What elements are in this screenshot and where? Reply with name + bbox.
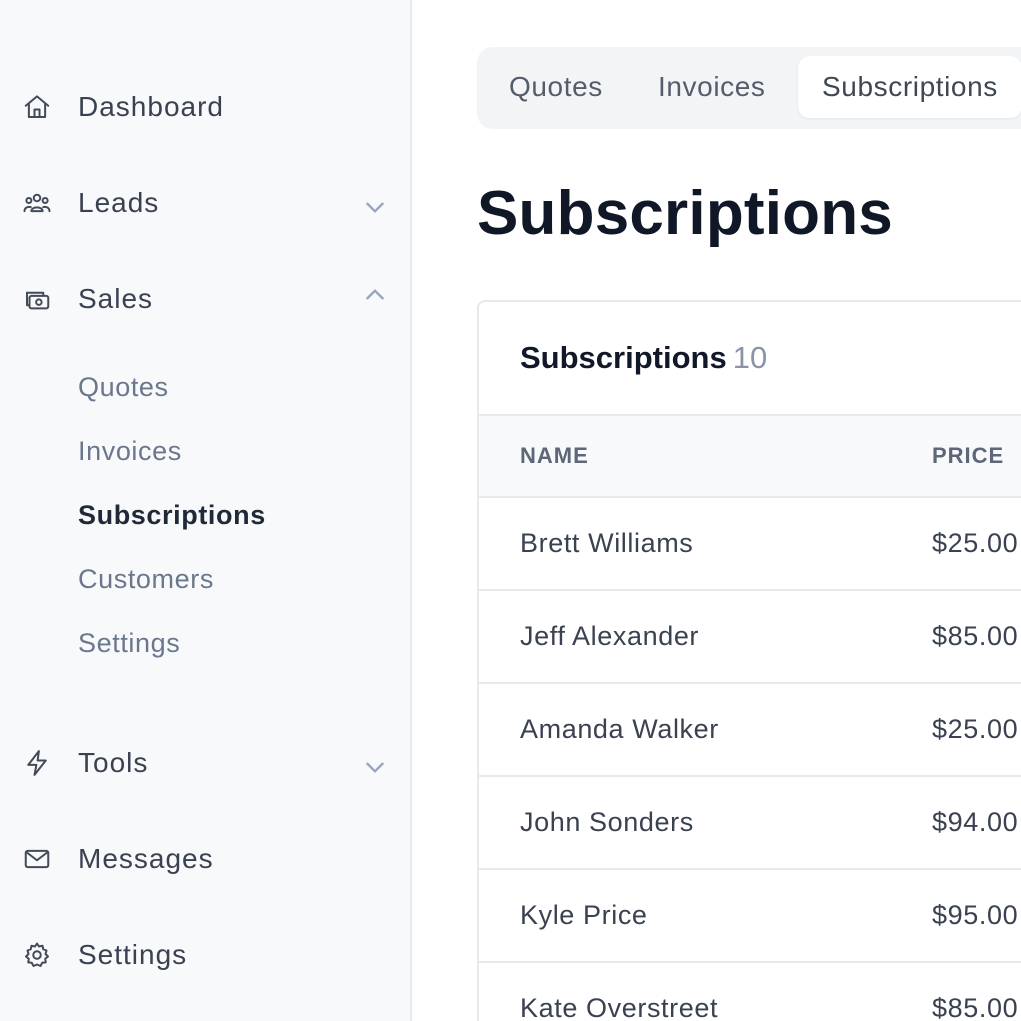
sidebar-item-label: Messages bbox=[78, 843, 214, 874]
tab-bar: Quotes Invoices Subscriptions bbox=[477, 47, 1021, 129]
subscriptions-card: Subscriptions 10 NAME PRICE Brett William… bbox=[477, 300, 1021, 1021]
row-price: $85.00 bbox=[932, 621, 1019, 651]
row-price: $94.00 bbox=[932, 807, 1019, 837]
sidebar-subitem-settings[interactable]: Settings bbox=[78, 623, 180, 663]
table-row[interactable]: Amanda Walker $25.00 bbox=[479, 684, 1021, 777]
row-name: John Sonders bbox=[520, 807, 694, 837]
chevron-down-icon[interactable] bbox=[361, 193, 389, 221]
sidebar-subitem-invoices[interactable]: Invoices bbox=[78, 431, 182, 471]
sidebar-item-label: Leads bbox=[78, 187, 160, 218]
mail-icon bbox=[20, 842, 54, 876]
row-price: $95.00 bbox=[932, 900, 1019, 930]
gear-icon bbox=[20, 938, 54, 972]
cash-icon bbox=[20, 282, 54, 316]
card-title-text: Subscriptions bbox=[520, 340, 727, 375]
row-name: Amanda Walker bbox=[520, 714, 719, 744]
page-title: Subscriptions bbox=[477, 179, 893, 248]
card-header: Subscriptions 10 bbox=[479, 302, 1021, 416]
bolt-icon bbox=[20, 746, 54, 780]
sidebar-item-messages[interactable]: Messages bbox=[0, 829, 410, 889]
sidebar-item-leads[interactable]: Leads bbox=[0, 173, 410, 233]
users-icon bbox=[20, 186, 54, 220]
sidebar-item-dashboard[interactable]: Dashboard bbox=[0, 77, 410, 137]
tab-quotes[interactable]: Quotes bbox=[509, 56, 603, 118]
home-icon bbox=[20, 90, 54, 124]
subscription-count: 10 bbox=[732, 340, 768, 375]
card-title: Subscriptions 10 bbox=[520, 340, 767, 376]
row-price: $85.00 bbox=[932, 993, 1019, 1021]
tab-invoices[interactable]: Invoices bbox=[658, 56, 766, 118]
table-body: Brett Williams $25.00 Jeff Alexander $85… bbox=[479, 498, 1021, 1021]
chevron-up-icon[interactable] bbox=[361, 281, 389, 309]
sidebar-subitem-subscriptions[interactable]: Subscriptions bbox=[78, 495, 266, 535]
table-row[interactable]: Kate Overstreet $85.00 bbox=[479, 963, 1021, 1021]
column-header-name[interactable]: NAME bbox=[520, 416, 589, 496]
tab-subscriptions[interactable]: Subscriptions bbox=[798, 56, 1021, 118]
chevron-down-icon[interactable] bbox=[361, 753, 389, 781]
sidebar-item-sales[interactable]: Sales bbox=[0, 269, 410, 329]
sidebar-subitem-quotes[interactable]: Quotes bbox=[78, 367, 169, 407]
column-header-price[interactable]: PRICE bbox=[932, 416, 1004, 496]
sidebar-item-tools[interactable]: Tools bbox=[0, 733, 410, 793]
table-row[interactable]: Brett Williams $25.00 bbox=[479, 498, 1021, 591]
row-price: $25.00 bbox=[932, 714, 1019, 744]
table-header: NAME PRICE bbox=[479, 416, 1021, 498]
sidebar-item-label: Dashboard bbox=[78, 91, 224, 122]
row-price: $25.00 bbox=[932, 528, 1019, 558]
table-row[interactable]: Kyle Price $95.00 bbox=[479, 870, 1021, 963]
row-name: Kate Overstreet bbox=[520, 993, 719, 1021]
sidebar-item-label: Sales bbox=[78, 283, 154, 314]
table-row[interactable]: Jeff Alexander $85.00 bbox=[479, 591, 1021, 684]
sidebar-subitem-customers[interactable]: Customers bbox=[78, 559, 214, 599]
row-name: Jeff Alexander bbox=[520, 621, 700, 651]
table-row[interactable]: John Sonders $94.00 bbox=[479, 777, 1021, 870]
row-name: Kyle Price bbox=[520, 900, 648, 930]
sidebar: Dashboard Leads Sales Quotes Invoices Su… bbox=[0, 0, 412, 1021]
row-name: Brett Williams bbox=[520, 528, 694, 558]
sidebar-item-settings[interactable]: Settings bbox=[0, 925, 410, 985]
sidebar-item-label: Settings bbox=[78, 939, 188, 970]
sidebar-item-label: Tools bbox=[78, 747, 149, 778]
